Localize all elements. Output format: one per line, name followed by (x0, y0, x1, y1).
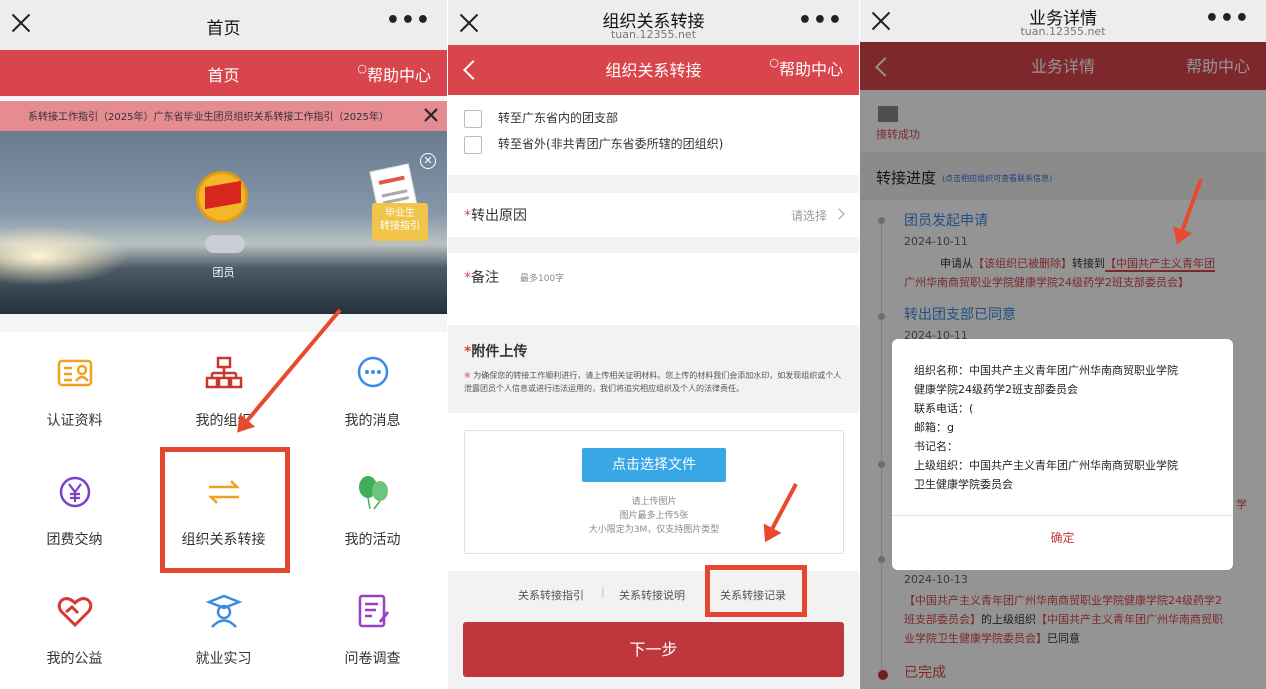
upload-area: 点击选择文件 请上传图片 图片最多上传5张 大小限定为3M，仅支持图片类型 (448, 413, 859, 571)
dialog-line-email: 邮箱：g (914, 421, 954, 434)
attach-note-text: 为确保您的转接工作顺利进行，请上传相关证明材料。您上传的材料我们会添加水印，如发… (464, 371, 842, 393)
menu-item-my-activities[interactable]: 我的活动 (298, 451, 447, 569)
select-file-button[interactable]: 点击选择文件 (582, 448, 726, 482)
remark-label: *备注 (464, 270, 499, 286)
message-bubble-icon (357, 356, 389, 388)
more-icon[interactable]: ••• (798, 8, 843, 33)
league-emblem-icon (196, 171, 248, 223)
reason-label: *转出原因 (464, 208, 527, 224)
notice-text: 系转接工作指引（2025年）广东省毕业生团员组织关系转接工作指引（2025年） (28, 112, 389, 123)
org-chart-icon (205, 356, 243, 389)
highlight-box-transfer (160, 447, 290, 573)
app-header: 组织关系转接 ○帮助中心 (448, 45, 859, 95)
org-info-dialog: 组织名称：中国共产主义青年团广州华南商贸职业学院 健康学院24级药学2班支部委员… (892, 339, 1233, 570)
promo-close-icon[interactable]: ✕ (420, 153, 436, 169)
checkbox-icon (464, 135, 482, 154)
dialog-ok-button[interactable]: 确定 (892, 516, 1233, 570)
dialog-line-org-name: 组织名称：中国共产主义青年团广州华南商贸职业学院 (914, 364, 1178, 377)
app-header: 首页 ○帮助中心 (0, 50, 447, 96)
graduate-guide-promo[interactable]: 毕业生 转接指引 (369, 163, 428, 241)
survey-edit-icon (358, 594, 390, 628)
more-icon[interactable]: ••• (1205, 6, 1250, 31)
menu-item-employment-internship[interactable]: 就业实习 (149, 570, 298, 688)
attach-note: ※ 为确保您的转接工作顺利进行，请上传相关证明材料。您上传的材料我们会添加水印，… (464, 371, 842, 393)
dialog-line-parent-org: 上级组织：中国共产主义青年团广州华南商贸职业学院 (914, 459, 1178, 472)
reason-select[interactable]: 请选择 (791, 207, 827, 224)
business-detail-pane: 业务详情 tuan.12355.net ••• 业务详情 帮助中心 接转成功 转… (860, 0, 1266, 689)
upload-hint: 图片最多上传5张 (619, 511, 689, 521)
checkbox-icon (464, 109, 482, 128)
attach-title: *附件上传 (464, 344, 528, 360)
menu-item-league-fee[interactable]: 团费交纳 (0, 451, 149, 569)
dialog-line-secretary: 书记名： (914, 440, 958, 453)
avatar-placeholder (205, 235, 245, 253)
more-icon[interactable]: ••• (386, 8, 431, 33)
transfer-reason-row[interactable]: *转出原因 请选择 (448, 193, 859, 237)
attachment-header: *附件上传 ※ 为确保您的转接工作顺利进行，请上传相关证明材料。您上传的材料我们… (448, 333, 859, 413)
remark-label-text: 备注 (471, 270, 499, 286)
transfer-type-options: 转至广东省内的团支部 转至省外(非共青团广东省委所辖的团组织) (448, 95, 859, 175)
dialog-line-phone: 联系电话：( (914, 402, 974, 415)
page-title: 首页 (206, 19, 241, 39)
menu-item-my-organization[interactable]: 我的组织 (149, 332, 298, 450)
menu-item-certification[interactable]: 认证资料 (0, 332, 149, 450)
menu-label: 认证资料 (46, 413, 103, 429)
id-card-icon (57, 359, 93, 387)
wechat-titlebar: 业务详情 tuan.12355.net ••• (860, 0, 1266, 42)
chevron-right-icon (833, 208, 845, 220)
notice-bar: 系转接工作指引（2025年）广东省毕业生团员组织关系转接工作指引（2025年） (0, 101, 447, 131)
menu-item-public-welfare[interactable]: 我的公益 (0, 570, 149, 688)
banner-image: 团员 毕业生 转接指引 ✕ (0, 131, 447, 314)
attach-title-text: 附件上传 (471, 344, 528, 360)
upload-box: 点击选择文件 请上传图片 图片最多上传5张 大小限定为3M，仅支持图片类型 (464, 430, 844, 554)
menu-item-my-messages[interactable]: 我的消息 (298, 332, 447, 450)
dialog-content: 组织名称：中国共产主义青年团广州华南商贸职业学院 健康学院24级药学2班支部委员… (914, 361, 1214, 494)
menu-label: 团费交纳 (46, 532, 103, 548)
reason-label-text: 转出原因 (471, 208, 527, 224)
wechat-titlebar: 首页 ••• (0, 0, 447, 50)
remark-hint: 最多100字 (520, 274, 565, 284)
user-role: 团员 (212, 266, 235, 279)
graduate-icon (205, 594, 243, 628)
promo-folder: 毕业生 转接指引 (372, 203, 428, 241)
help-center-link[interactable]: ○帮助中心 (357, 62, 431, 86)
link-transfer-guide[interactable]: 关系转接指引 (518, 587, 584, 603)
menu-label: 就业实习 (195, 651, 252, 667)
upload-hint: 大小限定为3M，仅支持图片类型 (588, 525, 720, 535)
balloons-icon (359, 476, 388, 510)
menu-label: 我的组织 (195, 413, 252, 429)
promo-line1: 毕业生 (385, 208, 415, 219)
wechat-titlebar: 组织关系转接 tuan.12355.net ••• (448, 0, 859, 50)
dialog-line-parent-org-cont: 卫生健康学院委员会 (914, 478, 1013, 491)
option-label: 转至广东省内的团支部 (498, 111, 619, 125)
home-pane: 首页 ••• 首页 ○帮助中心 系转接工作指引（2025年）广东省毕业生团员组织… (0, 0, 447, 689)
emblem-flag (205, 180, 241, 210)
dialog-line-org-name-cont: 健康学院24级药学2班支部委员会 (914, 383, 1078, 396)
yuan-coin-icon (59, 476, 91, 508)
menu-label: 我的活动 (344, 532, 401, 548)
help-center-label: 帮助中心 (366, 66, 431, 85)
transfer-pane: 组织关系转接 tuan.12355.net ••• 组织关系转接 ○帮助中心 转… (448, 0, 859, 689)
option-label: 转至省外(非共青团广东省委所辖的团组织) (498, 137, 724, 151)
notice-close-icon[interactable] (421, 105, 441, 125)
option-within-province[interactable]: 转至广东省内的团支部 (464, 109, 618, 128)
option-outside-province[interactable]: 转至省外(非共青团广东省委所辖的团组织) (464, 135, 723, 154)
menu-item-survey[interactable]: 问卷调查 (298, 570, 447, 688)
menu-label: 我的消息 (344, 413, 401, 429)
help-center-link[interactable]: ○帮助中心 (769, 56, 843, 80)
link-transfer-explanation[interactable]: 关系转接说明 (619, 587, 685, 603)
link-divider: | (601, 585, 605, 598)
remark-row[interactable]: *备注 最多100字 (448, 253, 859, 325)
menu-label: 问卷调查 (344, 651, 401, 667)
promo-line2: 转接指引 (380, 221, 420, 232)
heart-hands-icon (57, 597, 93, 628)
help-center-label: 帮助中心 (778, 60, 843, 79)
highlight-box-records (705, 565, 807, 617)
next-step-button[interactable]: 下一步 (463, 622, 844, 677)
screenshot-root: 首页 ••• 首页 ○帮助中心 系转接工作指引（2025年）广东省毕业生团员组织… (0, 0, 1266, 689)
menu-label: 我的公益 (46, 651, 103, 667)
